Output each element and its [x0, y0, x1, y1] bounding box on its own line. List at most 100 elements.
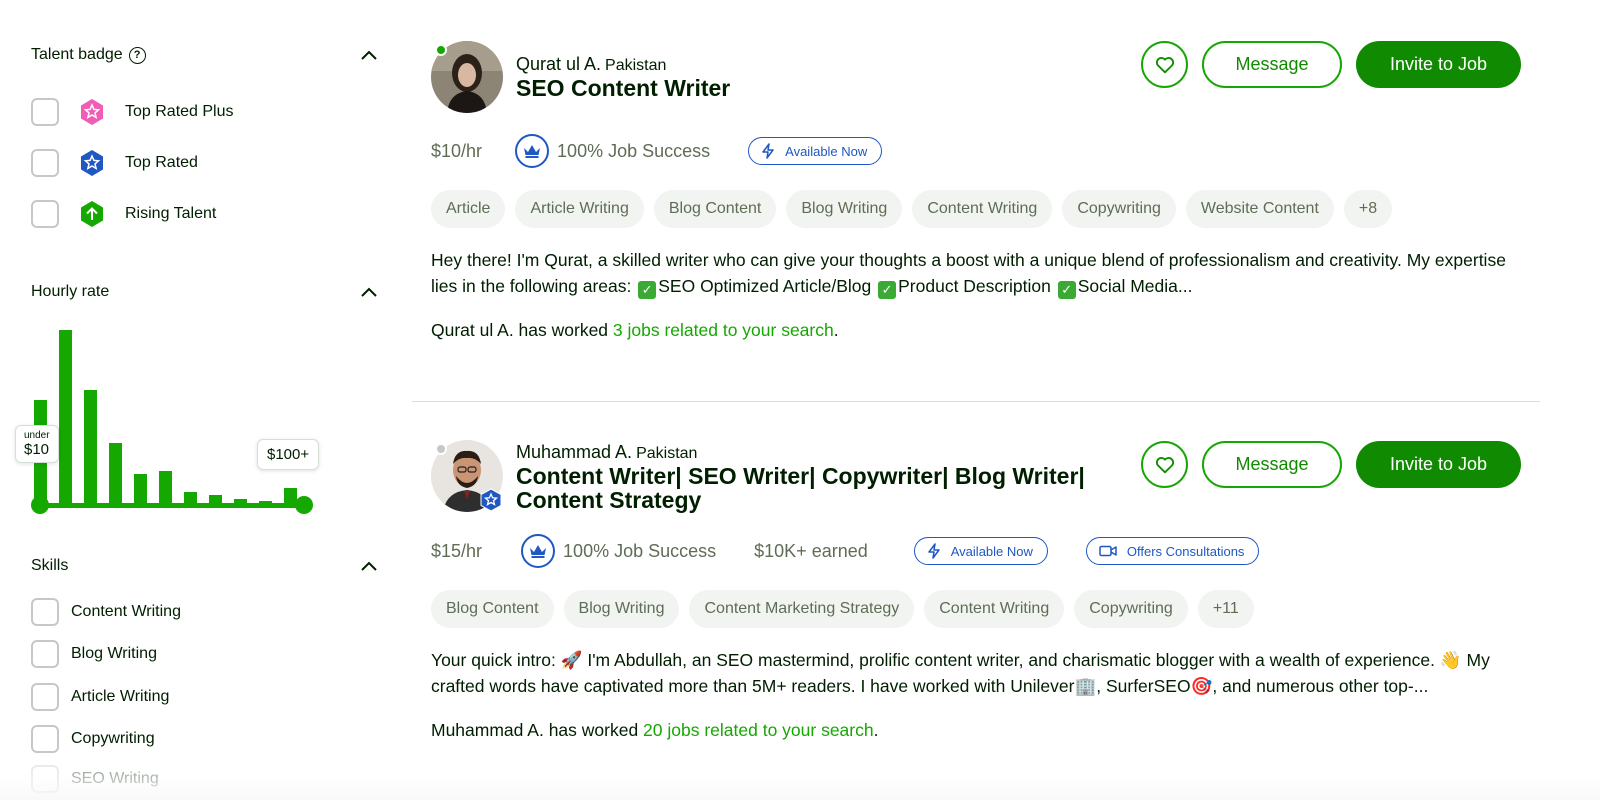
save-heart-button[interactable] — [1141, 41, 1188, 88]
description-text: Product Description — [898, 276, 1056, 296]
more-skills-tag[interactable]: +8 — [1343, 190, 1393, 228]
avatar[interactable] — [431, 440, 503, 512]
available-now-badge: Available Now — [913, 537, 1048, 565]
invite-to-job-button[interactable]: Invite to Job — [1356, 41, 1521, 88]
skill-tag[interactable]: Article Writing — [515, 190, 644, 228]
available-now-label: Available Now — [950, 543, 1033, 559]
talent-badge-title: Talent badge ? — [31, 46, 146, 64]
top-rated-checkbox[interactable] — [31, 149, 59, 177]
hourly-rate: $10/hr — [431, 140, 483, 161]
heart-icon — [1155, 456, 1174, 473]
skill-checkbox[interactable] — [31, 725, 59, 753]
histogram-bar — [134, 474, 147, 506]
top-rated-badge-icon — [480, 488, 502, 512]
skill-tag[interactable]: Copywriting — [1074, 590, 1188, 628]
card-actions: Message Invite to Job — [1141, 441, 1521, 488]
related-jobs-suffix: . — [873, 720, 879, 740]
freelancer-name-line: Muhammad A. Pakistan — [516, 442, 697, 463]
skill-option[interactable]: Blog Writing — [31, 639, 157, 669]
skill-option[interactable]: Content Writing — [31, 597, 181, 627]
skill-tag[interactable]: Article — [431, 190, 506, 228]
skill-checkbox[interactable] — [31, 598, 59, 626]
freelancer-description: Hey there! I'm Qurat, a skilled writer w… — [431, 247, 1521, 299]
histogram-bar — [59, 330, 72, 506]
collapse-chevron-icon[interactable] — [359, 282, 379, 302]
message-button[interactable]: Message — [1202, 441, 1342, 488]
skill-tag[interactable]: Blog Writing — [786, 190, 903, 228]
scroll-fade — [0, 774, 1600, 800]
rising-talent-badge-icon — [81, 201, 103, 227]
badge-option-top-rated[interactable]: Top Rated — [31, 148, 198, 178]
skill-option-label: Article Writing — [71, 688, 170, 705]
check-icon: ✓ — [638, 281, 657, 299]
skill-option[interactable]: Article Writing — [31, 682, 169, 712]
histogram-bar — [109, 443, 122, 506]
collapse-chevron-icon[interactable] — [359, 45, 379, 65]
offers-consultations-label: Offers Consultations — [1126, 543, 1245, 559]
freelancer-name[interactable]: Qurat ul A. — [516, 54, 601, 74]
available-now-badge: Available Now — [748, 137, 883, 165]
top-rated-badge-icon — [81, 150, 103, 176]
skills-header: Skills — [31, 554, 379, 578]
related-jobs-prefix: Qurat ul A. has worked — [431, 320, 613, 340]
badge-option-rising-talent[interactable]: Rising Talent — [31, 199, 216, 229]
lightning-icon — [928, 543, 940, 559]
related-jobs-link[interactable]: 20 jobs related to your search — [643, 720, 874, 740]
help-icon[interactable]: ? — [128, 46, 146, 64]
freelancer-card[interactable]: Muhammad A. Pakistan Content Writer| SEO … — [412, 402, 1540, 800]
skill-tag[interactable]: Blog Content — [431, 590, 554, 628]
invite-to-job-button[interactable]: Invite to Job — [1356, 441, 1521, 488]
rising-talent-checkbox[interactable] — [31, 200, 59, 228]
min-rate-sub: under — [24, 430, 50, 441]
skill-tag[interactable]: Blog Content — [653, 190, 777, 228]
rate-slider-track[interactable] — [40, 503, 304, 508]
histogram-bar — [84, 390, 97, 506]
skill-checkbox[interactable] — [31, 683, 59, 711]
save-heart-button[interactable] — [1141, 441, 1188, 488]
freelancer-card[interactable]: Qurat ul A. Pakistan SEO Content Writer M… — [412, 0, 1540, 400]
skill-tags: Article Article Writing Blog Content Blo… — [431, 190, 1393, 228]
related-jobs-suffix: . — [833, 320, 839, 340]
rate-slider-min-handle[interactable] — [31, 496, 49, 514]
message-button[interactable]: Message — [1202, 41, 1342, 88]
related-jobs-line: Qurat ul A. has worked 3 jobs related to… — [431, 320, 839, 341]
collapse-chevron-icon[interactable] — [359, 556, 379, 576]
skill-tag[interactable]: Content Writing — [912, 190, 1053, 228]
skill-checkbox[interactable] — [31, 640, 59, 668]
freelancer-title[interactable]: SEO Content Writer — [516, 76, 730, 100]
skill-tag[interactable]: Website Content — [1185, 190, 1334, 228]
badge-option-top-rated-plus[interactable]: Top Rated Plus — [31, 97, 234, 127]
description-text: SEO Optimized Article/Blog — [658, 276, 877, 296]
hourly-rate-title: Hourly rate — [31, 283, 110, 300]
skill-option-label: Content Writing — [71, 603, 181, 620]
freelancer-name[interactable]: Muhammad A. — [516, 442, 632, 462]
skills-title: Skills — [31, 557, 69, 574]
badge-option-label: Top Rated Plus — [125, 103, 234, 120]
skill-tag[interactable]: Blog Writing — [563, 590, 680, 628]
hourly-rate-header: Hourly rate — [31, 280, 379, 304]
freelancer-name-line: Qurat ul A. Pakistan — [516, 54, 666, 75]
avatar[interactable] — [431, 41, 503, 113]
skill-tag[interactable]: Content Writing — [924, 590, 1065, 628]
freelancer-title[interactable]: Content Writer| SEO Writer| Copywriter| … — [516, 464, 1096, 512]
freelancer-stats: $10/hr 100% Job Success Available Now — [431, 133, 883, 169]
description-text: Social Media... — [1077, 276, 1193, 296]
available-now-label: Available Now — [785, 143, 868, 159]
top-rated-plus-badge-icon — [81, 99, 103, 125]
max-rate-tooltip: $100+ — [257, 439, 320, 470]
skill-tag[interactable]: Content Marketing Strategy — [689, 590, 915, 628]
badge-option-label: Rising Talent — [125, 205, 217, 222]
more-skills-tag[interactable]: +11 — [1197, 590, 1254, 628]
rate-slider-max-handle[interactable] — [295, 496, 313, 514]
total-earned: $10K+ earned — [754, 540, 868, 561]
related-jobs-link[interactable]: 3 jobs related to your search — [613, 320, 834, 340]
offline-status-dot — [435, 443, 447, 455]
max-rate-value: $100+ — [267, 446, 310, 463]
job-success: 100% Job Success — [563, 540, 717, 561]
skill-tag[interactable]: Copywriting — [1062, 190, 1176, 228]
talent-badge-title-text: Talent badge — [31, 46, 123, 63]
top-rated-plus-checkbox[interactable] — [31, 98, 59, 126]
lightning-icon — [762, 143, 774, 159]
online-status-dot — [435, 44, 447, 56]
skill-option[interactable]: Copywriting — [31, 724, 155, 754]
